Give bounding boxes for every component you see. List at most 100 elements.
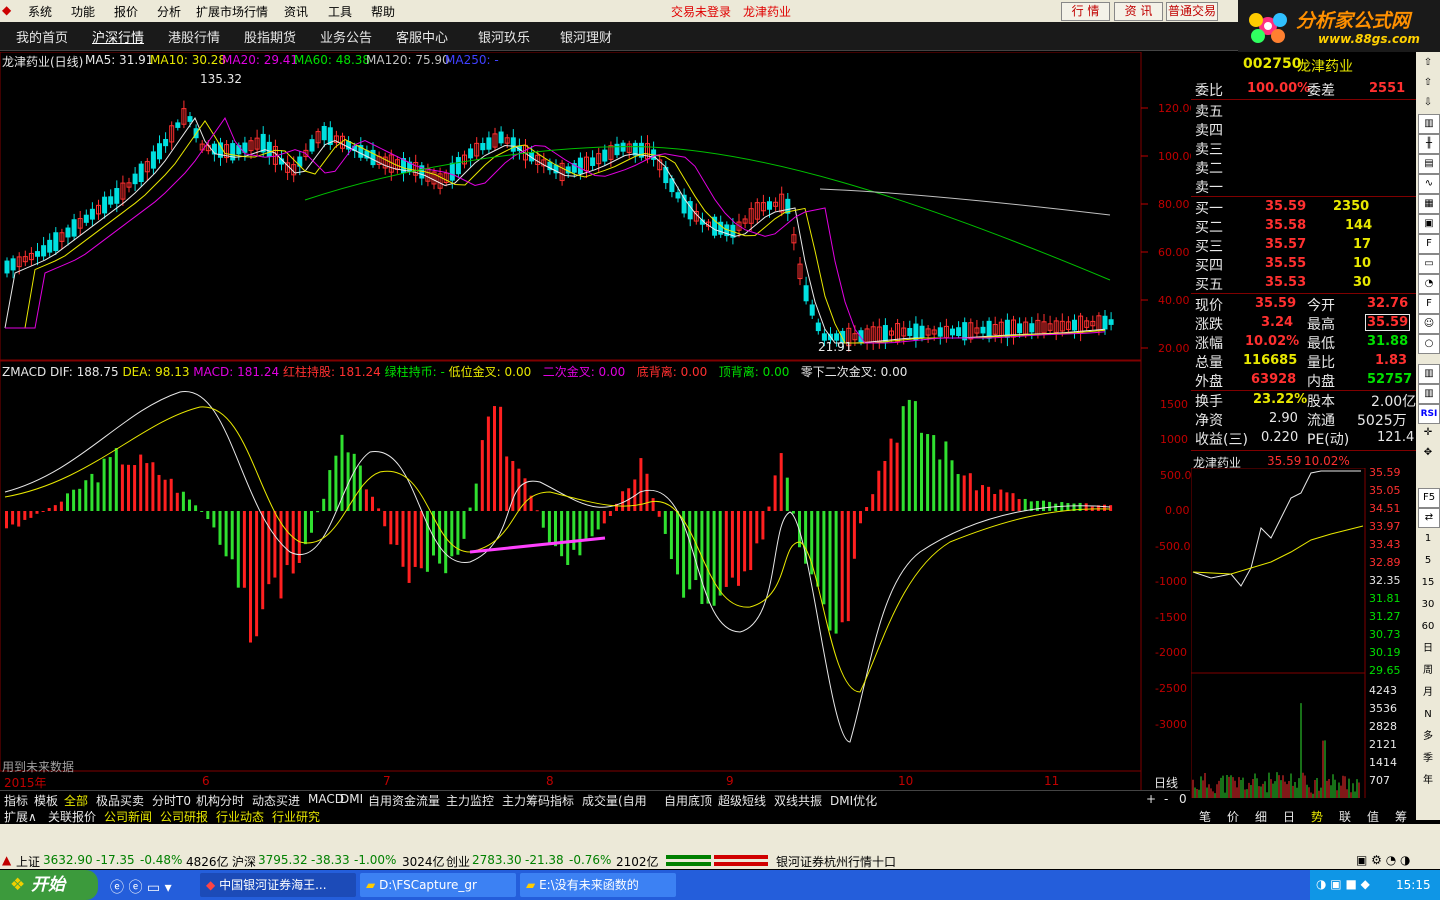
tray-icons[interactable]: ◑ ▣ ■ ◆: [1316, 877, 1370, 891]
chart2-icon[interactable]: ▥: [1418, 384, 1440, 404]
menu-quote[interactable]: 报价: [114, 3, 138, 20]
period-15min[interactable]: 15: [1418, 574, 1438, 592]
mask-icon[interactable]: ☺: [1418, 314, 1440, 334]
switch-icon[interactable]: ⇄: [1418, 508, 1440, 528]
rtab-value[interactable]: 值: [1367, 808, 1379, 825]
rtab-tick[interactable]: 笔: [1199, 808, 1211, 825]
macd-histogram-bar: [944, 441, 948, 511]
period-multi[interactable]: 多: [1418, 728, 1438, 746]
task-yinhe[interactable]: ◆ 中国银河证券海王...: [200, 873, 356, 897]
rtab-price[interactable]: 价: [1227, 808, 1239, 825]
circle-icon[interactable]: ○: [1418, 334, 1440, 354]
move-icon[interactable]: ✥: [1418, 444, 1438, 462]
kline-icon[interactable]: ▥: [1418, 114, 1440, 134]
nav-yinhe-jiule[interactable]: 银河玖乐: [478, 27, 530, 46]
rtab-trend[interactable]: 势: [1311, 808, 1323, 825]
task-fscapture[interactable]: ▰ D:\FSCapture_gr: [360, 873, 516, 897]
rtab-detail[interactable]: 细: [1255, 808, 1267, 825]
trade-button[interactable]: 普通交易: [1166, 2, 1218, 21]
macd-histogram-bar: [17, 511, 21, 527]
line-chart-icon[interactable]: ∿: [1418, 174, 1440, 194]
zoom-reset-button[interactable]: 0: [1179, 792, 1187, 806]
candle-body: [10, 258, 16, 271]
kline-svg[interactable]: [0, 52, 1190, 790]
cy-pct: -0.76%: [569, 853, 612, 867]
quicklaunch-icons[interactable]: ⓔ ⓔ ▭ ▾: [110, 877, 172, 897]
candle-body: [1029, 323, 1035, 333]
tab-expand[interactable]: 扩展∧: [4, 808, 37, 825]
nav-hk-market[interactable]: 港股行情: [168, 27, 220, 46]
period-n[interactable]: N: [1418, 706, 1438, 724]
menu-ext-market[interactable]: 扩展市场行情: [196, 3, 268, 20]
period-week[interactable]: 周: [1418, 662, 1438, 680]
up-arrow-icon[interactable]: ⇧: [1418, 54, 1438, 72]
macd-histogram-bar: [639, 458, 643, 511]
down-icon[interactable]: ⇩: [1418, 94, 1438, 112]
sh-label[interactable]: 上证: [16, 853, 40, 870]
macd-histogram-bar: [651, 498, 655, 511]
menu-function[interactable]: 功能: [71, 3, 95, 20]
info-button[interactable]: 资 讯: [1114, 2, 1163, 21]
tray-icons[interactable]: ▣ ⚙ ◔ ◑: [1356, 853, 1410, 867]
tab-industry-research[interactable]: 行业研究: [272, 808, 320, 825]
nav-finance[interactable]: 银河理财: [560, 27, 612, 46]
period-label[interactable]: 日线: [1154, 774, 1178, 791]
period-5min[interactable]: 5: [1418, 552, 1438, 570]
login-status[interactable]: 交易未登录: [671, 3, 731, 20]
nav-hs-market[interactable]: 沪深行情: [92, 27, 144, 46]
zoom-in-icon[interactable]: ✛: [1418, 424, 1438, 442]
rtab-day[interactable]: 日: [1283, 808, 1295, 825]
task-explorer[interactable]: ▰ E:\没有未来函数的: [520, 873, 676, 897]
rsi-icon[interactable]: RSI: [1418, 404, 1440, 424]
tab-dmi[interactable]: DMI: [340, 792, 363, 806]
quote-button[interactable]: 行 情: [1061, 2, 1110, 21]
up-icon[interactable]: ⇧: [1418, 74, 1438, 92]
tab-related-quote[interactable]: 关联报价: [48, 808, 96, 825]
zoom-minus-button[interactable]: -: [1164, 792, 1168, 806]
nav-home[interactable]: 我的首页: [16, 27, 68, 46]
windows-logo-icon: ❖: [10, 875, 26, 895]
f10-icon[interactable]: F: [1418, 294, 1440, 314]
tab-macd[interactable]: MACD: [308, 792, 344, 806]
grid-icon[interactable]: ▣: [1418, 214, 1440, 234]
period-1min[interactable]: 1: [1418, 530, 1438, 548]
rtab-chips[interactable]: 筹: [1395, 808, 1407, 825]
macd-histogram-bar: [273, 511, 277, 578]
tab-company-report[interactable]: 公司研报: [160, 808, 208, 825]
rtab-link[interactable]: 联: [1339, 808, 1351, 825]
menu-system[interactable]: 系统: [28, 3, 52, 20]
kline-chart-area[interactable]: 龙津药业(日线) MA5: 31.91 MA10: 30.28 MA20: 29…: [0, 52, 1197, 794]
period-day[interactable]: 日: [1418, 640, 1438, 658]
doc-icon[interactable]: ▭: [1418, 254, 1440, 274]
pie-icon[interactable]: ◔: [1418, 274, 1440, 294]
bars-icon[interactable]: ▤: [1418, 154, 1440, 174]
period-year[interactable]: 年: [1418, 772, 1438, 790]
cy-label[interactable]: 创业: [446, 853, 470, 870]
app-icon[interactable]: ◆: [2, 3, 11, 17]
nav-futures[interactable]: 股指期货: [244, 27, 296, 46]
finance-icon[interactable]: F: [1418, 234, 1440, 254]
menu-info[interactable]: 资讯: [284, 3, 308, 20]
menu-analysis[interactable]: 分析: [157, 3, 181, 20]
hs-label[interactable]: 沪深: [232, 853, 256, 870]
period-60min[interactable]: 60: [1418, 618, 1438, 636]
f5-icon[interactable]: F5: [1418, 488, 1440, 508]
intraday-mini-chart[interactable]: 35.59 35.05 34.51 33.97 33.43 32.89 32.35 31.81…: [1191, 468, 1416, 798]
menu-tools[interactable]: 工具: [328, 3, 352, 20]
macd-histogram-bar: [993, 493, 997, 511]
menu-help[interactable]: 帮助: [371, 3, 395, 20]
nav-service[interactable]: 客服中心: [396, 27, 448, 46]
tab-company-news[interactable]: 公司新闻: [104, 808, 152, 825]
nav-notice[interactable]: 业务公告: [320, 27, 372, 46]
start-button[interactable]: ❖ 开始: [0, 870, 98, 900]
macd-histogram-bar: [218, 511, 222, 545]
chart-icon[interactable]: ▥: [1418, 364, 1440, 384]
period-month[interactable]: 月: [1418, 684, 1438, 702]
period-30min[interactable]: 30: [1418, 596, 1438, 614]
tab-industry-news[interactable]: 行业动态: [216, 808, 264, 825]
period-quarter[interactable]: 季: [1418, 750, 1438, 768]
zoom-plus-button[interactable]: +: [1146, 792, 1156, 806]
macd-histogram-bar: [133, 465, 137, 511]
candle-icon[interactable]: ╫: [1418, 134, 1440, 154]
tile-icon[interactable]: ▦: [1418, 194, 1440, 214]
